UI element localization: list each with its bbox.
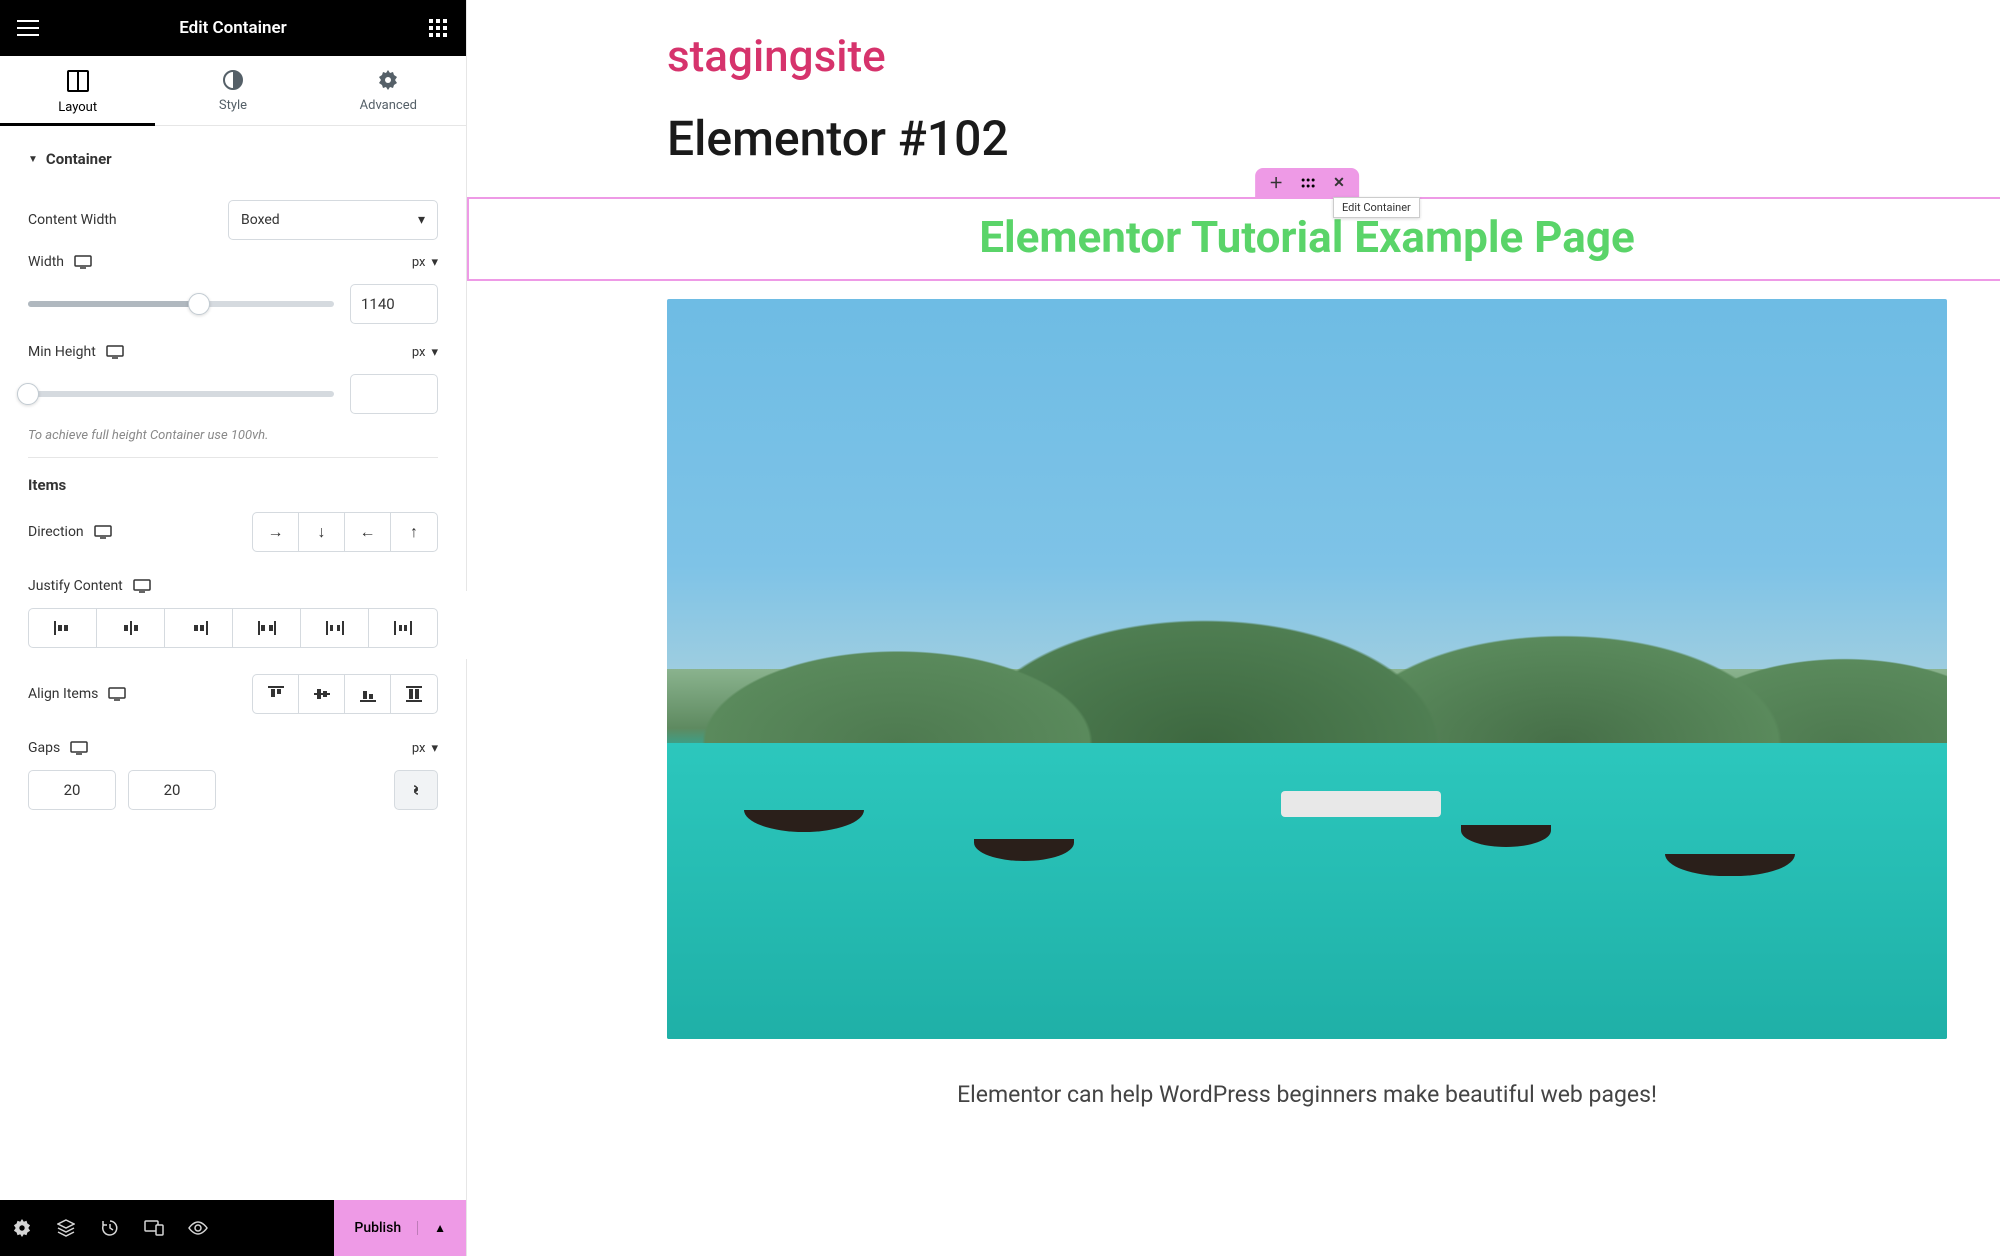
settings-icon[interactable]: [0, 1200, 44, 1256]
image-widget[interactable]: [667, 299, 1947, 1039]
min-height-hint: To achieve full height Container use 100…: [28, 428, 438, 443]
tab-advanced-label: Advanced: [360, 98, 417, 113]
link-values-toggle[interactable]: [394, 770, 438, 810]
gap-column-input[interactable]: 20: [28, 770, 116, 810]
align-start-button[interactable]: [253, 675, 299, 713]
chevron-down-icon: ▾: [431, 255, 438, 270]
handle-tooltip: Edit Container: [1333, 197, 1420, 218]
navigator-icon[interactable]: [44, 1200, 88, 1256]
align-stretch-button[interactable]: [391, 675, 437, 713]
publish-button[interactable]: Publish ▲: [334, 1200, 466, 1256]
align-label: Align Items: [28, 686, 98, 702]
panel-title: Edit Container: [179, 18, 287, 38]
chevron-down-icon: ▾: [431, 741, 438, 756]
add-element-icon[interactable]: ＋: [1269, 173, 1283, 193]
chevron-down-icon: ▾: [418, 212, 425, 228]
drag-handle-icon[interactable]: [1301, 173, 1315, 193]
width-label: Width: [28, 254, 64, 270]
menu-icon[interactable]: [12, 12, 44, 44]
justify-evenly-button[interactable]: [369, 609, 437, 647]
tab-style[interactable]: Style: [155, 56, 310, 123]
min-height-label: Min Height: [28, 344, 96, 360]
min-height-unit-select[interactable]: px▾: [412, 345, 438, 360]
section-container-label: Container: [46, 150, 112, 168]
direction-buttons: → ↓ ← ↑: [252, 512, 438, 552]
items-heading: Items: [28, 476, 438, 494]
desktop-icon[interactable]: [94, 525, 112, 539]
content-width-select[interactable]: Boxed ▾: [228, 200, 438, 240]
heading-widget[interactable]: Elementor Tutorial Example Page: [469, 205, 2000, 269]
style-icon: [223, 70, 243, 90]
justify-center-button[interactable]: [97, 609, 165, 647]
preview-canvas: stagingsite Elementor #102 ＋ ✕ Edit Cont…: [467, 0, 2000, 1256]
width-input[interactable]: 1140: [350, 284, 438, 324]
panel-body: Content Width Boxed ▾ Width px▾ 1140 Min…: [0, 186, 466, 1256]
direction-column-reverse-button[interactable]: ↑: [391, 513, 437, 551]
publish-label: Publish: [354, 1220, 401, 1236]
content-width-label: Content Width: [28, 212, 117, 228]
content-width-value: Boxed: [241, 212, 280, 228]
desktop-icon[interactable]: [70, 741, 88, 755]
chevron-up-icon[interactable]: ▲: [417, 1221, 446, 1235]
tab-layout[interactable]: Layout: [0, 56, 155, 125]
responsive-icon[interactable]: [132, 1200, 176, 1256]
justify-buttons: [28, 608, 438, 648]
panel-tabs: Layout Style Advanced: [0, 56, 466, 126]
preview-icon[interactable]: [176, 1200, 220, 1256]
gaps-label: Gaps: [28, 740, 60, 756]
widgets-grid-icon[interactable]: [422, 12, 454, 44]
desktop-icon[interactable]: [74, 255, 92, 269]
justify-end-button[interactable]: [165, 609, 233, 647]
editor-panel: Edit Container Layout Style Advanced ▼ C…: [0, 0, 467, 1256]
direction-row-reverse-button[interactable]: ←: [345, 513, 391, 551]
justify-between-button[interactable]: [233, 609, 301, 647]
tab-layout-label: Layout: [58, 100, 97, 115]
text-widget[interactable]: Elementor can help WordPress beginners m…: [667, 1081, 1947, 1108]
desktop-icon[interactable]: [133, 579, 151, 593]
selected-container[interactable]: ＋ ✕ Edit Container Elementor Tutorial Ex…: [467, 197, 2000, 281]
section-container-toggle[interactable]: ▼ Container: [0, 126, 466, 186]
width-slider[interactable]: [28, 301, 334, 307]
close-icon[interactable]: ✕: [1333, 173, 1345, 193]
justify-start-button[interactable]: [29, 609, 97, 647]
justify-around-button[interactable]: [301, 609, 369, 647]
justify-label: Justify Content: [28, 578, 123, 594]
gap-row-input[interactable]: 20: [128, 770, 216, 810]
direction-row-button[interactable]: →: [253, 513, 299, 551]
site-title[interactable]: stagingsite: [667, 30, 1947, 82]
caret-down-icon: ▼: [28, 154, 38, 165]
tab-advanced[interactable]: Advanced: [311, 56, 466, 123]
page-title: Elementor #102: [667, 110, 1947, 167]
tab-style-label: Style: [219, 98, 247, 113]
history-icon[interactable]: [88, 1200, 132, 1256]
advanced-icon: [378, 70, 398, 90]
desktop-icon[interactable]: [106, 345, 124, 359]
container-handle: ＋ ✕: [1255, 168, 1359, 198]
width-unit-select[interactable]: px▾: [412, 255, 438, 270]
gaps-unit-select[interactable]: px▾: [412, 741, 438, 756]
panel-header: Edit Container: [0, 0, 466, 56]
align-buttons: [252, 674, 438, 714]
panel-bottom-bar: Publish ▲: [0, 1200, 466, 1256]
align-end-button[interactable]: [345, 675, 391, 713]
desktop-icon[interactable]: [108, 687, 126, 701]
min-height-slider[interactable]: [28, 391, 334, 397]
min-height-input[interactable]: [350, 374, 438, 414]
layout-icon: [67, 70, 89, 92]
direction-column-button[interactable]: ↓: [299, 513, 345, 551]
align-center-button[interactable]: [299, 675, 345, 713]
chevron-down-icon: ▾: [431, 345, 438, 360]
direction-label: Direction: [28, 524, 84, 540]
